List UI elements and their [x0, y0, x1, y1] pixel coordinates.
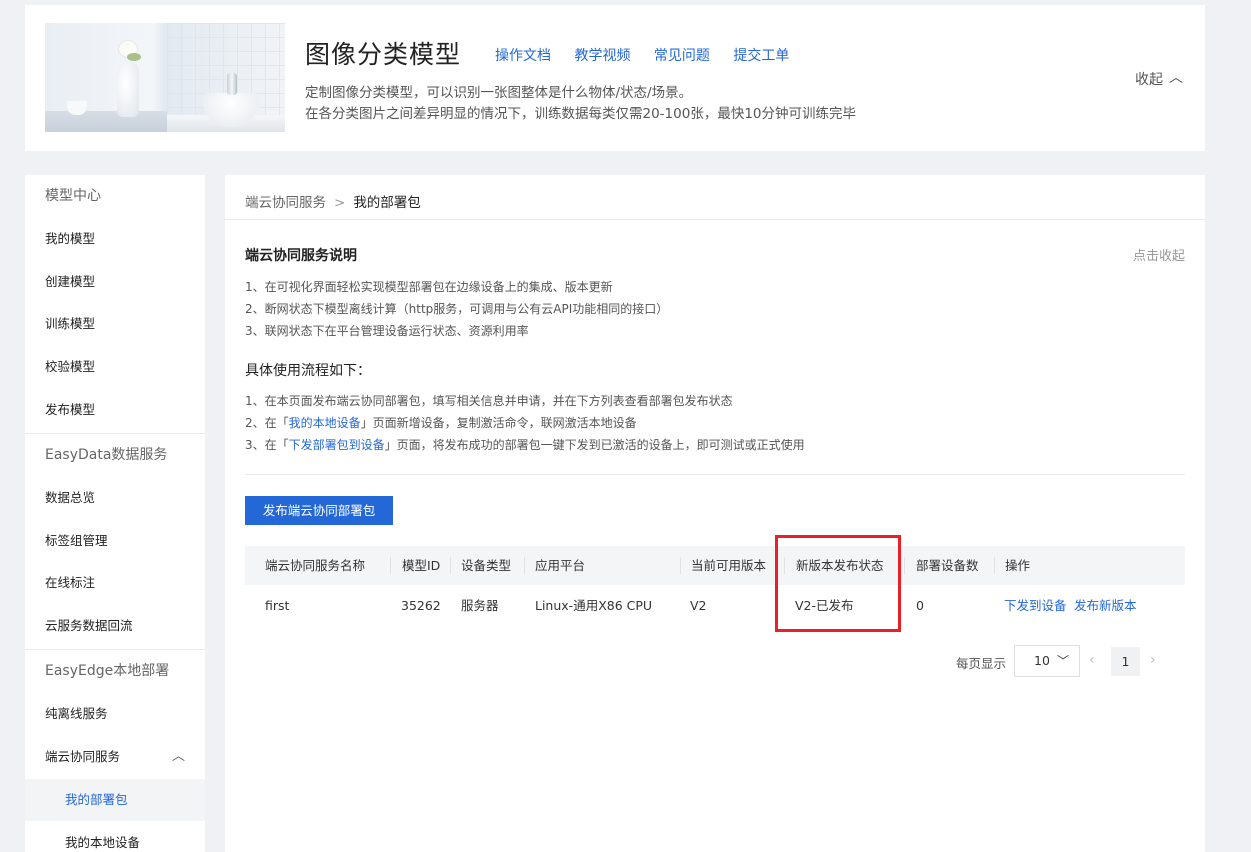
step-text: 3、在「 [245, 438, 289, 452]
sidebar-item-data-overview[interactable]: 数据总览 [25, 477, 205, 519]
col-header-model-id: 模型ID [402, 558, 441, 573]
cell-model-id: 35262 [401, 598, 441, 613]
breadcrumb-parent[interactable]: 端云协同服务 [245, 195, 326, 211]
sidebar-item-train-model[interactable]: 训练模型 [25, 303, 205, 345]
sidebar-item-publish-model[interactable]: 发布模型 [25, 389, 205, 431]
sidebar-item-validate-model[interactable]: 校验模型 [25, 346, 205, 388]
breadcrumb-current: 我的部署包 [353, 195, 421, 211]
column-separator [994, 557, 995, 574]
header-description-1: 定制图像分类模型，可以识别一张图整体是什么物体/状态/场景。 [305, 85, 693, 101]
page-size-value: 10 [1034, 653, 1050, 668]
fold-intro-link[interactable]: 点击收起 [1133, 245, 1185, 264]
cell-version: V2 [690, 598, 707, 613]
chevron-up-icon: ︿ [1169, 70, 1183, 86]
hero-image [45, 23, 285, 132]
col-header-name: 端云协同服务名称 [265, 558, 366, 573]
column-separator [904, 557, 905, 574]
page-size-select[interactable]: 10 ﹀ [1014, 645, 1080, 677]
col-header-device-type: 设备类型 [461, 558, 512, 573]
table-row: first 35262 服务器 Linux-通用X86 CPU V2 V2-已发… [245, 585, 1185, 626]
ticket-link[interactable]: 提交工单 [733, 48, 789, 64]
sidebar-item-edge-cloud-service[interactable]: 端云协同服务 ︿ [25, 736, 205, 778]
header-description-2: 在各分类图片之间差异明显的情况下，训练数据每类仅需20-100张，最快10分钟可… [305, 106, 856, 122]
cell-device-count: 0 [916, 598, 924, 613]
sidebar-item-online-labeling[interactable]: 在线标注 [25, 562, 205, 604]
intro-point-2: 2、断网状态下模型离线计算（http服务，可调用与公有云API功能相同的接口） [245, 302, 669, 316]
faq-link[interactable]: 常见问题 [654, 48, 710, 64]
intro-point-3: 3、联网状态下在平台管理设备运行状态、资源利用率 [245, 324, 529, 338]
cell-device-type: 服务器 [461, 598, 499, 613]
header-links: 操作文档 教学视频 常见问题 提交工单 [495, 45, 808, 65]
my-local-devices-link[interactable]: 我的本地设备 [289, 416, 361, 430]
step-text: 2、在「 [245, 416, 289, 430]
col-header-actions: 操作 [1005, 558, 1031, 573]
chevron-right-icon: > [334, 195, 346, 211]
breadcrumb: 端云协同服务 > 我的部署包 [245, 191, 421, 211]
publish-package-button[interactable]: 发布端云协同部署包 [245, 496, 393, 525]
sidebar-group-model-center: 模型中心 [45, 188, 101, 204]
product-header: 图像分类模型 操作文档 教学视频 常见问题 提交工单 定制图像分类模型，可以识别… [25, 5, 1205, 151]
push-package-to-device-link[interactable]: 下发部署包到设备 [289, 438, 385, 452]
column-separator [680, 557, 681, 574]
sidebar-group-easydata: EasyData数据服务 [45, 447, 168, 463]
prev-page-button[interactable]: ‹ [1089, 652, 1095, 668]
flow-step-3: 3、在「下发部署包到设备」页面，将发布成功的部署包一键下发到已激活的设备上，即可… [245, 436, 805, 453]
sidebar-item-my-deploy-packages[interactable]: 我的部署包 [25, 779, 205, 821]
page-title: 图像分类模型 [305, 40, 462, 69]
sidebar-item-my-local-devices[interactable]: 我的本地设备 [25, 822, 205, 852]
tutorial-video-link[interactable]: 教学视频 [574, 48, 630, 64]
flow-title: 具体使用流程如下： [245, 363, 371, 379]
sidebar-item-my-models[interactable]: 我的模型 [25, 218, 205, 260]
chevron-up-icon: ︿ [171, 749, 185, 764]
column-separator [450, 557, 451, 574]
cell-platform: Linux-通用X86 CPU [535, 598, 653, 613]
sidebar-item-create-model[interactable]: 创建模型 [25, 261, 205, 303]
col-header-version: 当前可用版本 [691, 558, 767, 573]
sidebar-item-offline-service[interactable]: 纯离线服务 [25, 693, 205, 735]
step-text: 」页面新增设备，复制激活命令，联网激活本地设备 [360, 416, 637, 430]
publish-new-version-link[interactable]: 发布新版本 [1074, 585, 1137, 626]
intro-title: 端云协同服务说明 [245, 248, 357, 264]
column-separator [390, 557, 391, 574]
sidebar-item-cloud-data-reflow[interactable]: 云服务数据回流 [25, 605, 205, 647]
col-header-device-count: 部署设备数 [916, 558, 979, 573]
sidebar-item-label-groups[interactable]: 标签组管理 [25, 520, 205, 562]
flow-step-1: 1、在本页面发布端云协同部署包，填写相关信息并申请，并在下方列表查看部署包发布状… [245, 394, 733, 408]
breadcrumb-divider [225, 219, 1205, 220]
sidebar: 模型中心 我的模型 创建模型 训练模型 校验模型 发布模型 EasyData数据… [25, 175, 205, 852]
collapse-header-button[interactable]: 收起 ︿ [1135, 69, 1183, 89]
intro-point-1: 1、在可视化界面轻松实现模型部署包在边缘设备上的集成、版本更新 [245, 280, 613, 294]
col-header-platform: 应用平台 [535, 558, 586, 573]
section-divider [245, 474, 1185, 475]
sidebar-group-easyedge: EasyEdge本地部署 [45, 663, 170, 679]
chevron-down-icon: ﹀ [1056, 654, 1069, 668]
collapse-label: 收起 [1135, 72, 1163, 88]
column-separator [524, 557, 525, 574]
cell-name: first [265, 598, 290, 613]
docs-link[interactable]: 操作文档 [495, 48, 551, 64]
per-page-label: 每页显示 [956, 656, 1007, 671]
main-panel: 端云协同服务 > 我的部署包 端云协同服务说明 点击收起 1、在可视化界面轻松实现模… [225, 175, 1205, 852]
sidebar-item-label: 端云协同服务 [45, 749, 121, 764]
next-page-button[interactable]: › [1150, 652, 1156, 668]
table-header: 端云协同服务名称 模型ID 设备类型 应用平台 当前可用版本 新版本发布状态 部… [245, 546, 1185, 585]
step-text: 」页面，将发布成功的部署包一键下发到已激活的设备上，即可测试或正式使用 [384, 438, 805, 452]
flow-step-2: 2、在「我的本地设备」页面新增设备，复制激活命令，联网激活本地设备 [245, 414, 637, 431]
status-highlight-box [775, 535, 901, 632]
push-to-device-link[interactable]: 下发到设备 [1004, 585, 1067, 626]
deploy-package-table: 端云协同服务名称 模型ID 设备类型 应用平台 当前可用版本 新版本发布状态 部… [245, 546, 1185, 626]
page-number-button[interactable]: 1 [1111, 647, 1140, 676]
